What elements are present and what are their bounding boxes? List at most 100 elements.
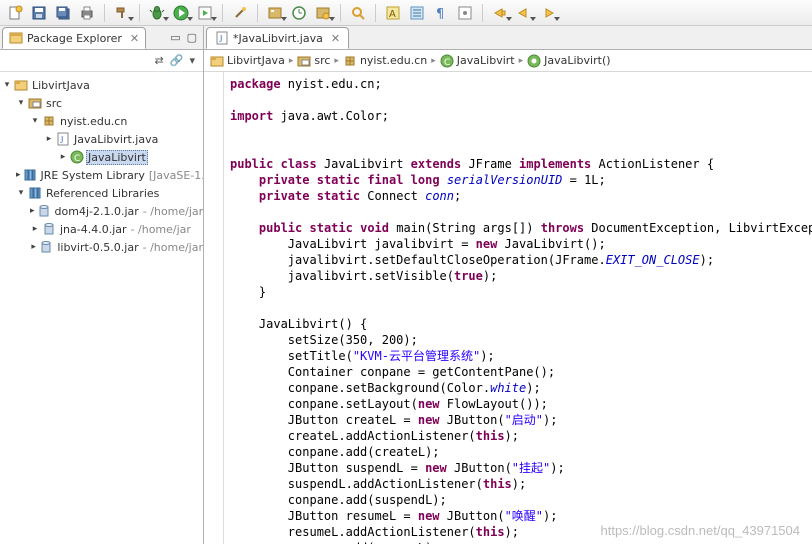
tree-row[interactable]: ▾ Referenced Libraries	[0, 184, 203, 202]
collapse-all-icon[interactable]: ⇄	[155, 54, 164, 67]
nav-fwd-icon[interactable]	[537, 2, 559, 24]
tree-row[interactable]: ▸J JavaLibvirt.java	[0, 130, 203, 148]
twisty-icon[interactable]: ▾	[16, 98, 26, 108]
prj-icon	[14, 78, 28, 92]
toggle-mark-icon[interactable]: A	[382, 2, 404, 24]
run-icon[interactable]	[170, 2, 192, 24]
breadcrumb-item[interactable]: CJavaLibvirt	[440, 54, 515, 68]
link-editor-icon[interactable]: 🔗	[170, 54, 184, 67]
twisty-icon[interactable]: ▸	[30, 224, 40, 234]
main-toolbar: A¶	[0, 0, 812, 26]
explorer-toolbar: ⇄ 🔗 ▾	[0, 50, 203, 72]
new-class-icon[interactable]	[264, 2, 286, 24]
new-wizard-icon[interactable]	[4, 2, 26, 24]
breadcrumb-item[interactable]: src	[297, 54, 330, 68]
tree-label: JRE System Library	[39, 169, 147, 182]
project-tree[interactable]: ▾ LibvirtJava▾ src▾ nyist.edu.cn▸J JavaL…	[0, 72, 203, 544]
chevron-right-icon: ▸	[334, 56, 339, 66]
pkg-icon	[343, 54, 357, 68]
tree-label: Referenced Libraries	[44, 187, 161, 200]
srcfolder-icon	[28, 96, 42, 110]
tree-label: LibvirtJava	[30, 79, 92, 92]
save-all-icon[interactable]	[52, 2, 74, 24]
breadcrumb-item[interactable]: nyist.edu.cn	[343, 54, 427, 68]
jar-icon	[42, 222, 56, 236]
editor-pane: J *JavaLibvirt.java ✕ LibvirtJava ▸ src ▸ ny…	[204, 26, 812, 544]
tree-label: nyist.edu.cn	[58, 115, 129, 128]
lib-icon	[23, 168, 37, 182]
tree-row[interactable]: ▾ src	[0, 94, 203, 112]
debug-icon[interactable]	[146, 2, 168, 24]
twisty-icon[interactable]: ▸	[30, 242, 37, 252]
pin-icon[interactable]	[454, 2, 476, 24]
tree-label: jna-4.4.0.jar	[58, 223, 129, 236]
class-icon: C	[440, 54, 454, 68]
class-icon: C	[70, 150, 84, 164]
svg-text:C: C	[444, 58, 450, 68]
close-icon[interactable]: ✕	[130, 32, 139, 45]
toggle-block-icon[interactable]	[406, 2, 428, 24]
twisty-icon[interactable]: ▸	[16, 170, 21, 180]
twisty-icon[interactable]: ▸	[58, 152, 68, 162]
tree-row[interactable]: ▸ JRE System Library [JavaSE-1.7]	[0, 166, 203, 184]
editor-tab-row: J *JavaLibvirt.java ✕	[204, 26, 812, 50]
breadcrumb-item[interactable]: LibvirtJava	[210, 54, 285, 68]
pkg-icon	[42, 114, 56, 128]
print-icon[interactable]	[76, 2, 98, 24]
editor-tab[interactable]: J *JavaLibvirt.java ✕	[206, 27, 349, 49]
package-explorer-icon	[9, 31, 23, 45]
tree-row[interactable]: ▸ libvirt-0.5.0.jar - /home/jar	[0, 238, 203, 256]
toggle-ws-icon[interactable]: ¶	[430, 2, 452, 24]
folding-gutter[interactable]	[204, 72, 224, 544]
nav1-icon[interactable]	[489, 2, 511, 24]
maximize-icon[interactable]: ▢	[187, 31, 197, 44]
jfile-icon: J	[56, 132, 70, 146]
package-explorer-tab[interactable]: Package Explorer ✕	[2, 27, 146, 49]
package-explorer: Package Explorer ✕ ▭ ▢ ⇄ 🔗 ▾ ▾ LibvirtJa…	[0, 26, 204, 544]
build-icon[interactable]	[111, 2, 133, 24]
close-icon[interactable]: ✕	[331, 32, 340, 45]
twisty-icon[interactable]: ▸	[44, 134, 54, 144]
minimize-icon[interactable]: ▭	[170, 31, 180, 44]
tree-label: src	[44, 97, 64, 110]
breadcrumb[interactable]: LibvirtJava▸src▸nyist.edu.cn▸CJavaLibvir…	[204, 50, 812, 72]
tree-label: JavaLibvirt	[86, 150, 148, 165]
svg-text:J: J	[60, 135, 64, 145]
nav-back-icon[interactable]	[513, 2, 535, 24]
svg-text:¶: ¶	[436, 7, 444, 21]
source-editor[interactable]: package nyist.edu.cn; import java.awt.Co…	[224, 72, 812, 544]
svg-text:C: C	[74, 154, 80, 164]
run-last-icon[interactable]	[194, 2, 216, 24]
svg-text:A: A	[389, 9, 396, 20]
breadcrumb-item[interactable]: JavaLibvirt()	[527, 54, 610, 68]
jar-icon	[39, 240, 53, 254]
new-package-icon[interactable]	[229, 2, 251, 24]
twisty-icon[interactable]: ▾	[30, 116, 40, 126]
method-icon	[527, 54, 541, 68]
save-icon[interactable]	[28, 2, 50, 24]
package-explorer-title: Package Explorer	[27, 32, 122, 45]
tree-row[interactable]: ▾ LibvirtJava	[0, 76, 203, 94]
open-type-icon[interactable]	[288, 2, 310, 24]
tree-label: libvirt-0.5.0.jar	[55, 241, 140, 254]
search-icon[interactable]	[347, 2, 369, 24]
tree-row[interactable]: ▸ dom4j-2.1.0.jar - /home/jar	[0, 202, 203, 220]
jar-icon	[37, 204, 51, 218]
lib-icon	[28, 186, 42, 200]
code-area: package nyist.edu.cn; import java.awt.Co…	[204, 72, 812, 544]
twisty-icon[interactable]: ▾	[2, 80, 12, 90]
twisty-icon[interactable]: ▸	[30, 206, 35, 216]
twisty-icon[interactable]: ▾	[16, 188, 26, 198]
explorer-tab-row: Package Explorer ✕ ▭ ▢	[0, 26, 203, 50]
srcfolder-icon	[297, 54, 311, 68]
chevron-right-icon: ▸	[431, 56, 436, 66]
editor-tab-label: *JavaLibvirt.java	[233, 32, 323, 45]
tree-label: dom4j-2.1.0.jar	[53, 205, 141, 218]
tree-row[interactable]: ▾ nyist.edu.cn	[0, 112, 203, 130]
prj-icon	[210, 54, 224, 68]
workspace: Package Explorer ✕ ▭ ▢ ⇄ 🔗 ▾ ▾ LibvirtJa…	[0, 26, 812, 544]
tree-row[interactable]: ▸ jna-4.4.0.jar - /home/jar	[0, 220, 203, 238]
new-ann-icon[interactable]	[312, 2, 334, 24]
view-menu-icon[interactable]: ▾	[189, 54, 195, 67]
tree-row[interactable]: ▸ C JavaLibvirt	[0, 148, 203, 166]
